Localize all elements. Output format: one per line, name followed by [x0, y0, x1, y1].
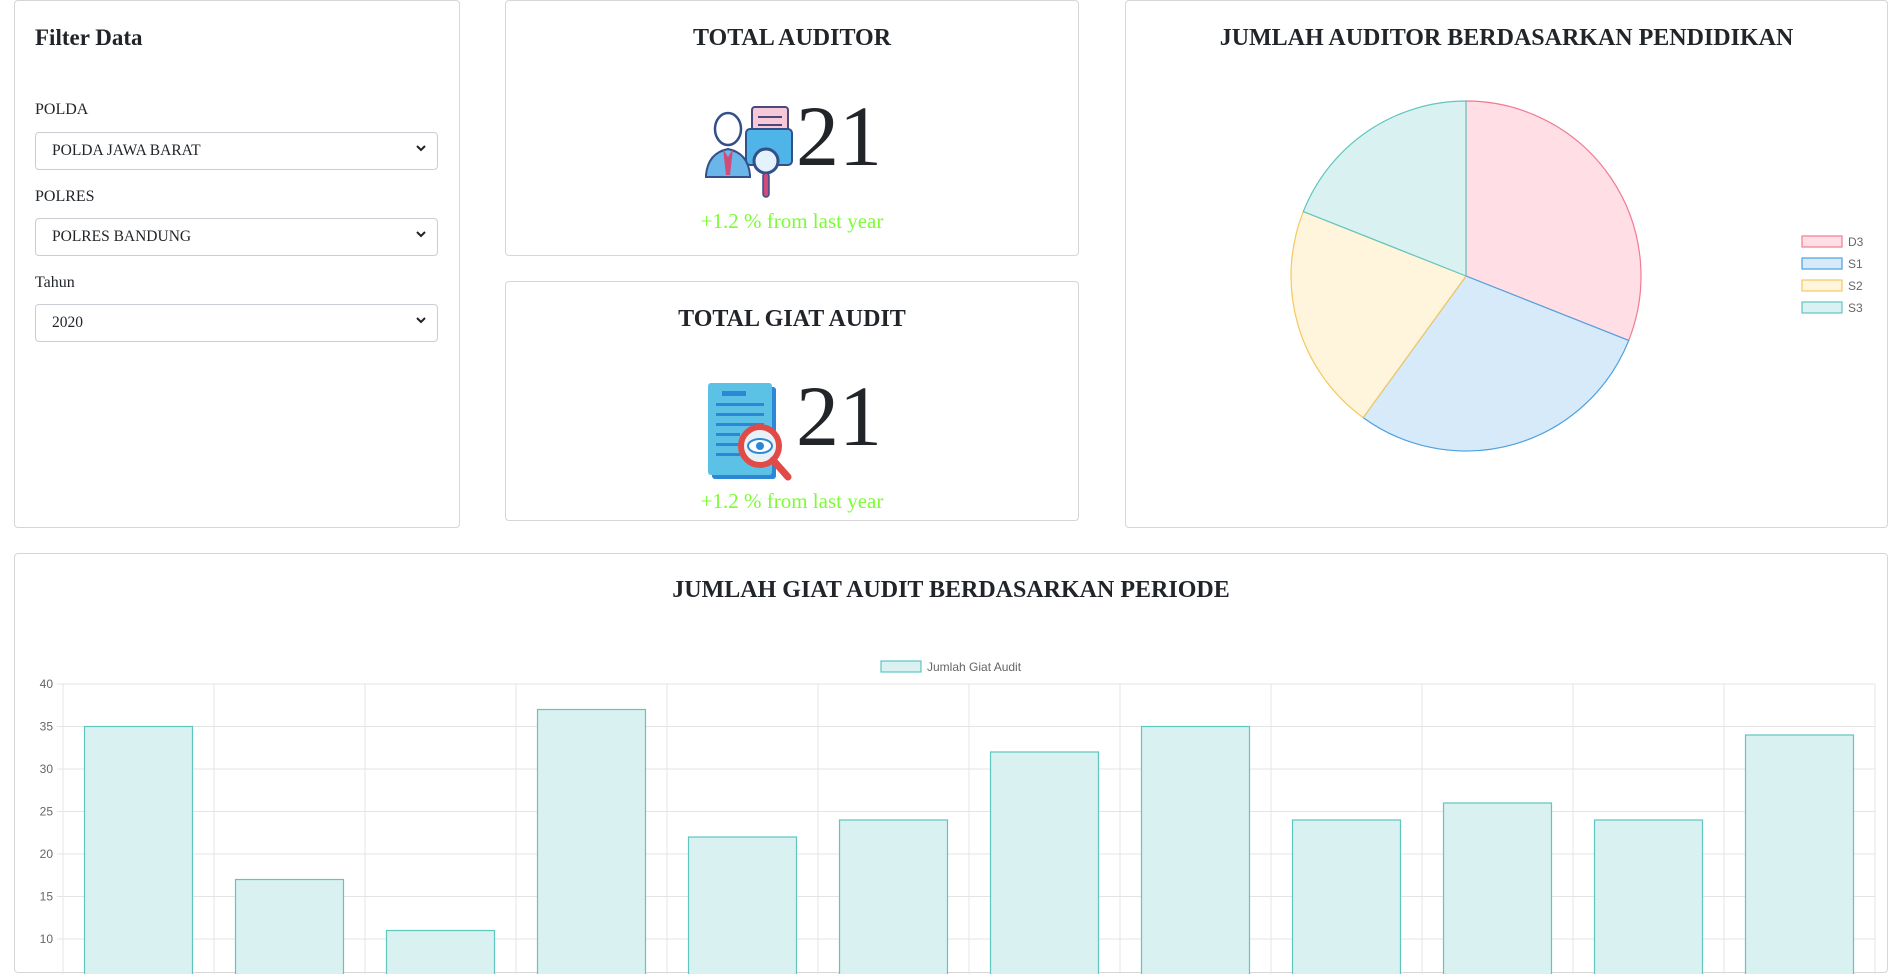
legend-swatch-s2: [1802, 280, 1842, 291]
pie-chart-card: JUMLAH AUDITOR BERDASARKAN PENDIDIKAN D3…: [1125, 0, 1888, 528]
bar-9: [1293, 820, 1401, 974]
total-auditor-card: TOTAL AUDITOR 21 +1.2 % from last year: [505, 0, 1079, 256]
legend-swatch-jumlah-giat-audit: [881, 661, 921, 672]
tahun-select[interactable]: 2020: [35, 304, 438, 342]
chevron-down-icon: [415, 228, 427, 240]
legend-label-s1: S1: [1848, 257, 1863, 271]
pie-chart: D3 S1 S2 S3: [1126, 1, 1887, 527]
legend-label-d3: D3: [1848, 235, 1864, 249]
bar-6: [840, 820, 948, 974]
auditor-icon: [704, 103, 796, 205]
polda-label: POLDA: [35, 101, 88, 119]
total-giat-audit-title: TOTAL GIAT AUDIT: [506, 306, 1078, 333]
bar-8: [1142, 727, 1250, 974]
polda-select[interactable]: POLDA JAWA BARAT: [35, 132, 438, 170]
bar-11: [1595, 820, 1703, 974]
bar-chart-card: JUMLAH GIAT AUDIT BERDASARKAN PERIODE Ju…: [14, 553, 1888, 973]
bar-chart: Jumlah Giat Audit 40 35 30 25 20 15 10: [15, 554, 1887, 974]
filter-title: Filter Data: [35, 25, 143, 51]
y-tick-label: 10: [40, 932, 54, 946]
bar-1: [85, 727, 193, 974]
bar-4: [538, 710, 646, 974]
chevron-down-icon: [415, 142, 427, 154]
total-giat-audit-card: TOTAL GIAT AUDIT 21 +1.2 % from last yea…: [505, 281, 1079, 521]
total-auditor-value: 21: [796, 93, 882, 179]
polres-select[interactable]: POLRES BANDUNG: [35, 218, 438, 256]
polres-select-value: POLRES BANDUNG: [52, 228, 191, 246]
bar-2: [236, 880, 344, 974]
chevron-down-icon: [415, 314, 427, 326]
legend-swatch-s1: [1802, 258, 1842, 269]
bar-12: [1746, 735, 1854, 974]
legend-label-s2: S2: [1848, 279, 1863, 293]
tahun-select-value: 2020: [52, 314, 83, 332]
bar-5: [689, 837, 797, 974]
legend-swatch-d3: [1802, 236, 1842, 247]
bar-10: [1444, 803, 1552, 974]
total-giat-audit-value: 21: [796, 373, 882, 459]
y-tick-label: 30: [40, 762, 54, 776]
legend-label-s3: S3: [1848, 301, 1863, 315]
bar-3: [387, 931, 495, 974]
legend-swatch-s3: [1802, 302, 1842, 313]
total-auditor-change: +1.2 % from last year: [506, 209, 1078, 234]
audit-document-icon: [704, 383, 796, 485]
total-giat-audit-change: +1.2 % from last year: [506, 489, 1078, 514]
y-tick-label: 20: [40, 847, 54, 861]
total-auditor-title: TOTAL AUDITOR: [506, 25, 1078, 52]
polda-select-value: POLDA JAWA BARAT: [52, 142, 201, 160]
filter-panel: Filter Data POLDA POLDA JAWA BARAT POLRE…: [14, 0, 460, 528]
bar-7: [991, 752, 1099, 974]
y-tick-label: 25: [40, 805, 54, 819]
tahun-label: Tahun: [35, 274, 75, 292]
y-tick-label: 40: [40, 677, 54, 691]
y-tick-label: 15: [40, 890, 54, 904]
y-tick-label: 35: [40, 720, 54, 734]
polres-label: POLRES: [35, 188, 95, 206]
legend-label-jumlah-giat-audit: Jumlah Giat Audit: [927, 660, 1022, 674]
